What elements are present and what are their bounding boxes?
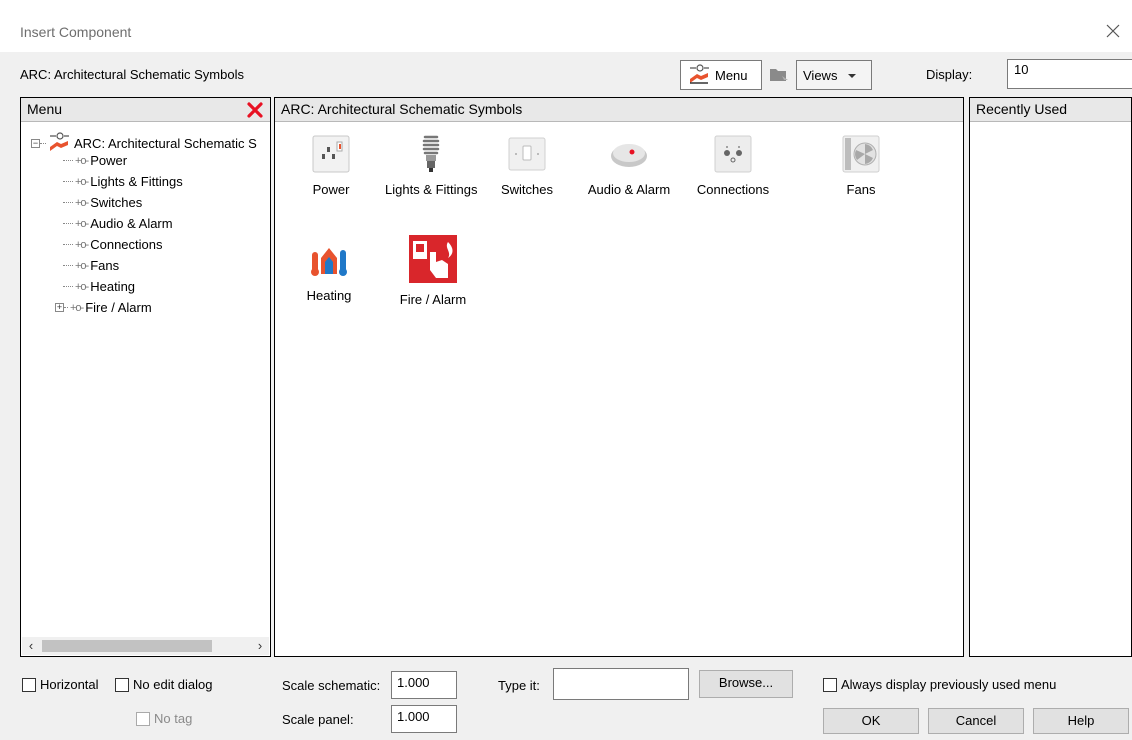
no-edit-dialog-checkbox[interactable]: No edit dialog (115, 677, 213, 692)
menu-tree-icon (687, 63, 711, 87)
recently-used-panel: Recently Used (969, 97, 1132, 657)
fan-icon (841, 134, 881, 174)
display-label: Display: (926, 67, 973, 82)
collapse-icon[interactable]: − (31, 139, 40, 148)
symbol-power[interactable]: Power (285, 134, 377, 197)
folder-icon (768, 64, 790, 87)
tree-item-label: Heating (90, 279, 136, 294)
scale-panel-label: Scale panel: (282, 712, 354, 727)
checkbox-box[interactable] (115, 677, 129, 692)
title-bar (0, 0, 1132, 52)
menu-panel-header: Menu (21, 98, 270, 122)
tree-root[interactable]: − ARC: Architectural Schematic S (31, 132, 257, 155)
checkbox-label: Horizontal (40, 677, 99, 692)
tree-item-lights[interactable]: +o- Lights & Fittings (63, 174, 183, 189)
symbol-label: Fire / Alarm (399, 292, 467, 307)
recently-used-header: Recently Used (970, 98, 1131, 122)
tree-item-power[interactable]: +o- Power (63, 153, 127, 168)
window-title: Insert Component (20, 24, 132, 40)
tree-item-switches[interactable]: +o- Switches (63, 195, 142, 210)
socket-icon (311, 134, 351, 174)
scale-schematic-input[interactable]: 1.000 (391, 671, 457, 699)
type-it-input[interactable] (553, 668, 689, 700)
menu-panel-title: Menu (27, 101, 63, 117)
symbol-fire-alarm[interactable]: Fire / Alarm (387, 234, 479, 307)
bulb-icon (411, 134, 451, 174)
views-label: Views (803, 67, 838, 83)
alarm-device-icon (609, 134, 649, 174)
always-display-checkbox[interactable]: Always display previously used menu (823, 677, 1056, 692)
tree-item-label: Audio & Alarm (90, 216, 173, 231)
display-input[interactable]: 10 (1007, 59, 1132, 89)
scrollbar-thumb[interactable] (42, 640, 212, 652)
browse-button[interactable]: Browse... (699, 670, 793, 698)
heating-icon (309, 240, 349, 280)
tree-item-label: Fans (90, 258, 120, 273)
cancel-button[interactable]: Cancel (928, 708, 1024, 734)
recently-used-title: Recently Used (976, 101, 1068, 117)
tree-root-label: ARC: Architectural Schematic S (74, 136, 257, 151)
symbol-heating[interactable]: Heating (283, 240, 375, 303)
tree-item-label: Lights & Fittings (90, 174, 183, 189)
symbol-lights-fittings[interactable]: Lights & Fittings (385, 134, 478, 197)
chevron-down-icon (847, 68, 857, 83)
help-button[interactable]: Help (1033, 708, 1129, 734)
type-it-label: Type it: (498, 678, 540, 693)
symbol-label: Audio & Alarm (587, 182, 671, 197)
views-dropdown[interactable]: Views (796, 60, 872, 90)
folder-button[interactable] (764, 60, 794, 90)
expand-icon[interactable]: + (55, 303, 64, 312)
switch-icon (507, 134, 547, 174)
checkbox-label: No tag (154, 711, 193, 726)
tree-item-fans[interactable]: +o- Fans (63, 258, 119, 273)
symbol-switches[interactable]: Switches (481, 134, 573, 197)
delete-icon[interactable] (246, 101, 264, 119)
checkbox-box[interactable] (22, 677, 36, 692)
close-icon[interactable] (1102, 20, 1124, 42)
scale-panel-input[interactable]: 1.000 (391, 705, 457, 733)
symbols-panel-title: ARC: Architectural Schematic Symbols (281, 101, 523, 117)
tree-item-label: Power (90, 153, 128, 168)
tree-item-label: Connections (90, 237, 163, 252)
checkbox-label: Always display previously used menu (841, 677, 1057, 692)
scroll-right-icon[interactable]: › (251, 637, 269, 655)
connection-plate-icon (713, 134, 753, 174)
symbol-label: Heating (306, 288, 352, 303)
menu-panel: Menu − ARC: Architectural Schematic S +o… (20, 97, 271, 657)
horizontal-scrollbar[interactable]: ‹ › (22, 637, 269, 655)
symbol-fans[interactable]: Fans (815, 134, 907, 197)
schematic-library-icon (48, 132, 70, 155)
checkbox-box (136, 711, 150, 726)
tree-item-heating[interactable]: +o- Heating (63, 279, 135, 294)
scale-schematic-label: Scale schematic: (282, 678, 381, 693)
menu-button-label: Menu (715, 67, 748, 83)
symbol-label: Lights & Fittings (385, 182, 478, 197)
menu-button[interactable]: Menu (680, 60, 762, 90)
symbols-panel-header: ARC: Architectural Schematic Symbols (275, 98, 963, 122)
tree-item-label: Switches (90, 195, 143, 210)
symbol-label: Connections (696, 182, 770, 197)
tree-item-audio-alarm[interactable]: +o- Audio & Alarm (63, 216, 173, 231)
tree-item-fire-alarm[interactable]: + +o- Fire / Alarm (55, 300, 152, 315)
scroll-left-icon[interactable]: ‹ (22, 637, 40, 655)
fire-alarm-icon (408, 234, 458, 284)
horizontal-checkbox[interactable]: Horizontal (22, 677, 99, 692)
ok-button[interactable]: OK (823, 708, 919, 734)
tree-item-label: Fire / Alarm (85, 300, 152, 315)
checkbox-label: No edit dialog (133, 677, 213, 692)
symbol-audio-alarm[interactable]: Audio & Alarm (583, 134, 675, 197)
checkbox-box[interactable] (823, 677, 837, 692)
symbols-panel: ARC: Architectural Schematic Symbols Pow… (274, 97, 964, 657)
no-tag-checkbox: No tag (136, 711, 192, 726)
library-label: ARC: Architectural Schematic Symbols (20, 67, 244, 82)
symbol-label: Power (312, 182, 350, 197)
symbol-label: Switches (500, 182, 554, 197)
tree-item-connections[interactable]: +o- Connections (63, 237, 163, 252)
symbol-connections[interactable]: Connections (687, 134, 779, 197)
symbol-label: Fans (846, 182, 876, 197)
